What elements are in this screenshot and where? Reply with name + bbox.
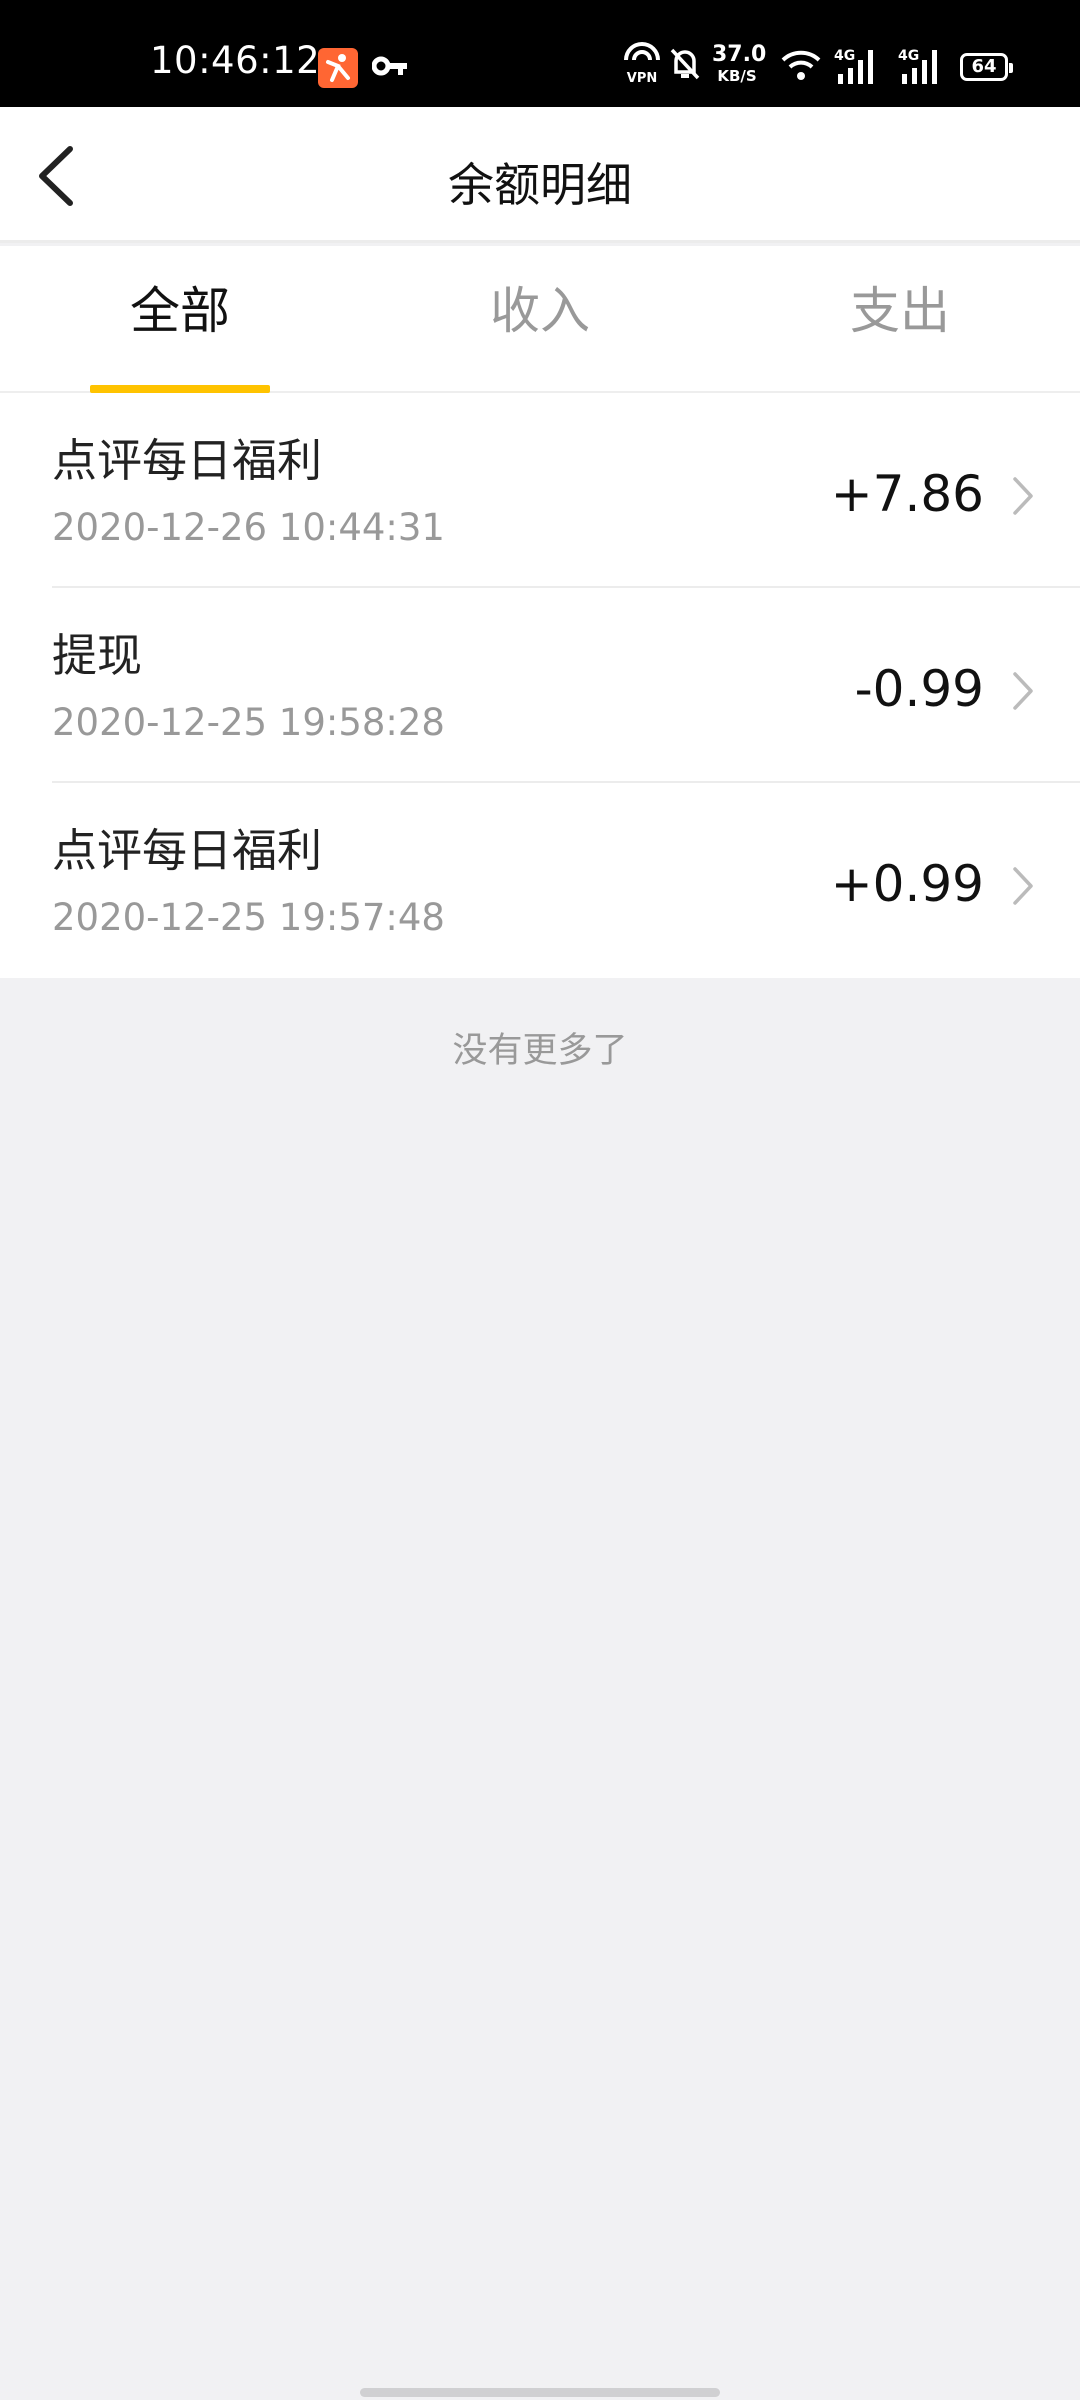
transaction-title: 点评每日福利 — [52, 434, 323, 487]
home-indicator[interactable] — [360, 2388, 720, 2397]
net-speed-unit: KB/S — [717, 67, 757, 85]
list-item[interactable]: 点评每日福利 2020-12-26 10:44:31 +7.86 — [0, 393, 1080, 588]
app-icon — [318, 48, 358, 88]
transaction-amount: +7.86 — [830, 465, 984, 523]
page-title: 余额明细 — [448, 158, 632, 212]
no-more-text: 没有更多了 — [452, 1031, 628, 1071]
transaction-title: 提现 — [52, 629, 143, 682]
signal-4g-icon: 4G — [834, 46, 882, 90]
transaction-list: 点评每日福利 2020-12-26 10:44:31 +7.86 提现 2020… — [0, 393, 1080, 978]
net-speed-value: 37.0 — [712, 42, 767, 67]
transaction-amount: -0.99 — [854, 660, 984, 718]
list-item[interactable]: 点评每日福利 2020-12-25 19:57:48 +0.99 — [0, 783, 1080, 978]
battery-icon: 64 — [960, 53, 1013, 81]
key-icon — [371, 54, 412, 82]
vpn-icon: VPN — [622, 40, 662, 90]
list-item[interactable]: 提现 2020-12-25 19:58:28 -0.99 — [0, 588, 1080, 783]
wifi-icon — [780, 48, 822, 86]
chevron-right-icon — [1013, 477, 1033, 515]
signal-4g-icon: 4G — [898, 46, 946, 90]
transaction-title: 点评每日福利 — [52, 824, 323, 877]
chevron-right-icon — [1013, 672, 1033, 710]
tab-all[interactable]: 全部 — [0, 246, 360, 393]
mute-icon — [668, 46, 702, 86]
net-speed: 37.0 KB/S — [712, 44, 766, 85]
svg-text:4G: 4G — [834, 48, 855, 64]
active-tab-indicator — [90, 385, 270, 393]
status-time: 10:46:12 — [150, 39, 321, 82]
nav-bar: 余额明细 — [0, 107, 1080, 243]
transaction-time: 2020-12-25 19:57:48 — [52, 896, 445, 939]
tab-expense[interactable]: 支出 — [720, 246, 1080, 393]
tab-income[interactable]: 收入 — [360, 246, 720, 393]
transaction-time: 2020-12-26 10:44:31 — [52, 506, 445, 549]
transaction-time: 2020-12-25 19:58:28 — [52, 701, 445, 744]
status-bar: 10:46:12 VPN 37.0 KB/S 4G 4G 64 — [0, 0, 1080, 107]
svg-text:4G: 4G — [898, 48, 919, 64]
svg-text:VPN: VPN — [627, 71, 657, 86]
transaction-amount: +0.99 — [830, 855, 984, 913]
chevron-right-icon — [1013, 867, 1033, 905]
tab-bar: 全部 收入 支出 — [0, 246, 1080, 393]
